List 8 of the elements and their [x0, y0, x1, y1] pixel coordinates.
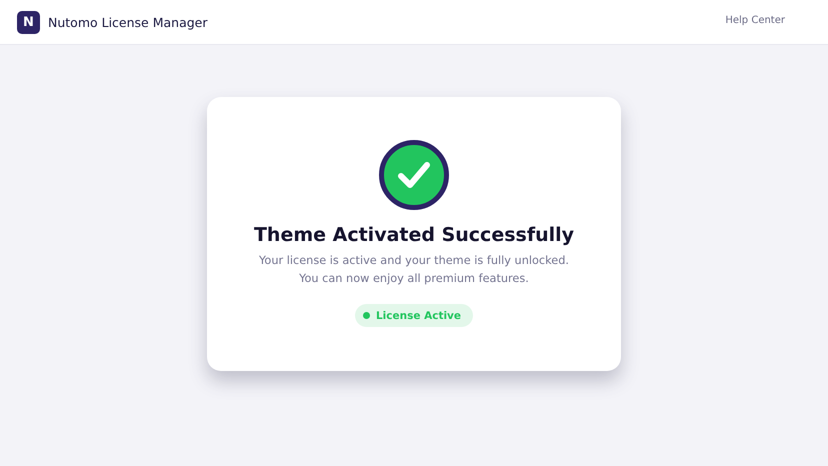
status-label: License Active [376, 310, 462, 322]
message-text: You can now enjoy all premium features. [299, 271, 529, 287]
success-title: Theme Activated Successfully [254, 224, 574, 246]
message-text: Your license is active and your theme is fully unlocked. [259, 253, 569, 269]
check-circle-icon [379, 140, 449, 210]
app-title: Nutomo License Manager [48, 14, 208, 30]
logo-icon: N [17, 10, 40, 34]
help-center-link[interactable]: Help Center [725, 14, 785, 26]
